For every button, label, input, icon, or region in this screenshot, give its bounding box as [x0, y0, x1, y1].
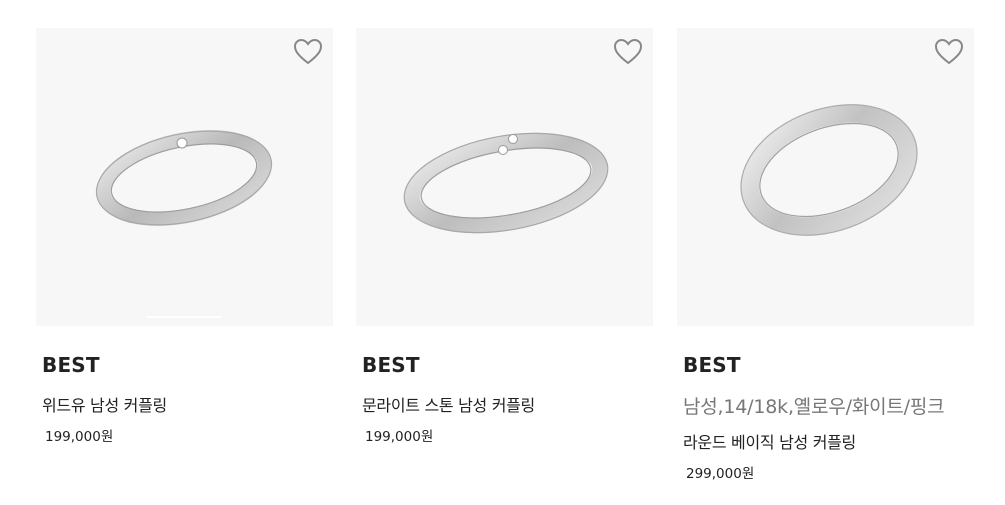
product-name[interactable]: 라운드 베이직 남성 커플링 [683, 429, 974, 453]
product-price: 299,000원 [686, 466, 755, 482]
product-image[interactable] [356, 28, 653, 326]
best-badge: BEST [362, 353, 420, 377]
best-badge: BEST [42, 353, 100, 377]
product-options: 남성,14/18k,옐로우/화이트/핑크 [683, 396, 945, 418]
product-name[interactable]: 위드유 남성 커플링 [42, 392, 333, 416]
heart-outline-icon[interactable] [934, 38, 964, 66]
heart-outline-icon[interactable] [293, 38, 323, 66]
ring-image-2 [403, 132, 609, 234]
ring-image-1 [95, 130, 273, 226]
image-indicator [147, 316, 221, 318]
product-card[interactable]: BEST 문라이트 스톤 남성 커플링 199,000원 [356, 28, 653, 445]
best-badge: BEST [683, 353, 741, 377]
product-price: 199,000원 [365, 429, 434, 445]
product-card[interactable]: BEST 남성,14/18k,옐로우/화이트/핑크 라운드 베이직 남성 커플링… [677, 28, 974, 482]
product-image[interactable] [677, 28, 974, 326]
product-grid: BEST 위드유 남성 커플링 199,000원 BEST 문라이트 스톤 남성… [0, 0, 1005, 505]
product-name[interactable]: 문라이트 스톤 남성 커플링 [362, 392, 653, 416]
product-image[interactable] [36, 28, 333, 326]
ring-image-3 [740, 104, 918, 236]
product-price: 199,000원 [45, 429, 114, 445]
heart-outline-icon[interactable] [613, 38, 643, 66]
product-card[interactable]: BEST 위드유 남성 커플링 199,000원 [36, 28, 333, 445]
